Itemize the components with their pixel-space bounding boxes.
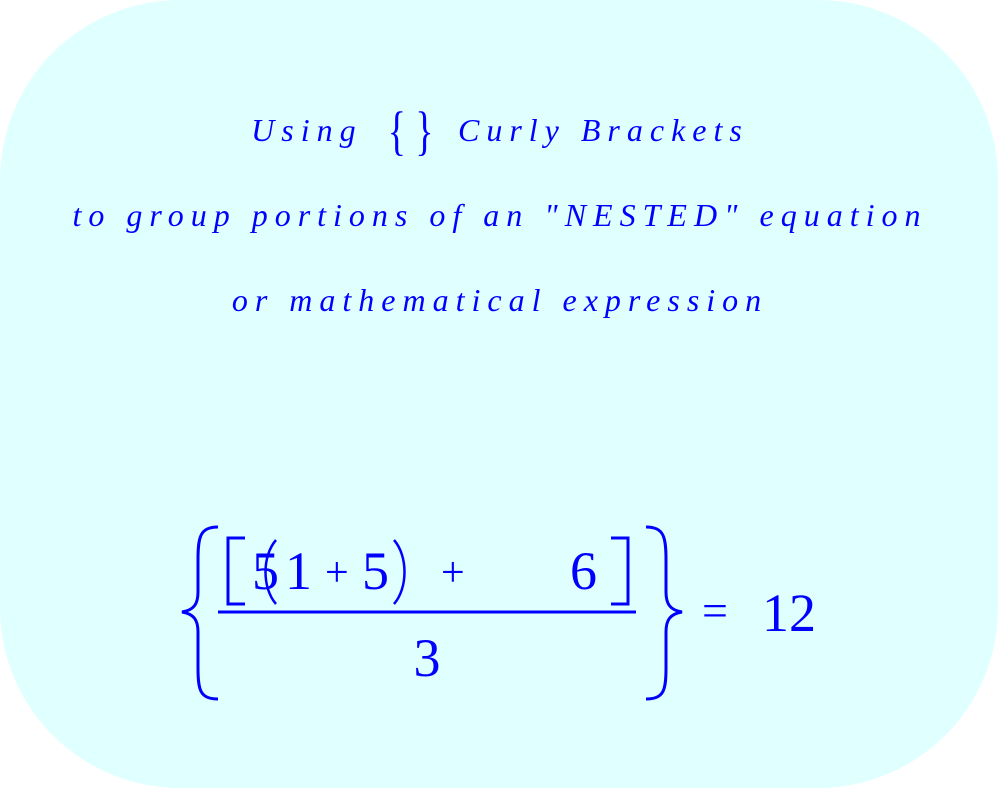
right-curly-brace (645, 525, 683, 701)
right-square-bracket (611, 536, 630, 606)
left-square-bracket (226, 536, 245, 606)
left-curly-brace (181, 525, 219, 701)
equals-sign: = (702, 585, 728, 636)
numerator-five-2: 5 (362, 541, 389, 601)
numerator-six: 6 (570, 541, 597, 601)
equation: 5 1 + 5 + 6 3 = 12 (181, 525, 816, 701)
numerator-five: 5 (252, 541, 279, 601)
denominator: 3 (414, 628, 441, 688)
numerator-plus-2: + (441, 550, 465, 596)
result-value: 12 (762, 583, 816, 643)
numerator-one: 1 (285, 541, 312, 601)
right-parenthesis (393, 539, 406, 605)
numerator-plus-1: + (325, 550, 349, 596)
